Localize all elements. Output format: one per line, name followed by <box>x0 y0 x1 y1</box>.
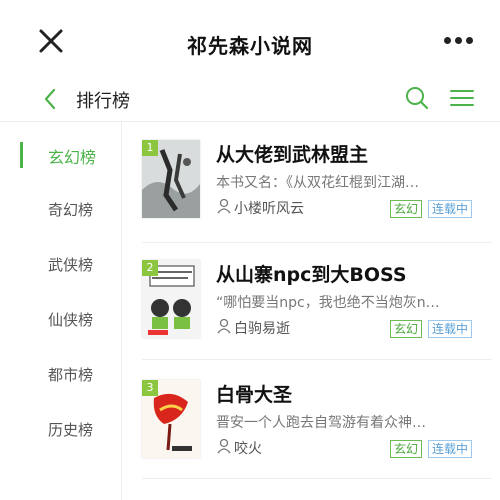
top-bar: 祁先森小说网 <box>0 0 500 80</box>
sidebar-item-dushi[interactable]: 都市榜 <box>0 354 122 394</box>
sidebar-item-label: 奇幻榜 <box>48 201 94 219</box>
book-cover: 3 <box>142 380 200 458</box>
sidebar-item-label: 仙侠榜 <box>48 311 94 329</box>
rank-badge: 1 <box>142 140 158 156</box>
sidebar-item-lishi[interactable]: 历史榜 <box>0 409 122 449</box>
sidebar-item-wuxia[interactable]: 武侠榜 <box>0 244 122 284</box>
user-icon <box>216 438 232 454</box>
menu-icon[interactable] <box>448 84 476 112</box>
book-author: 咬火 <box>234 441 262 457</box>
divider <box>142 242 492 243</box>
book-cover: 2 <box>142 260 200 338</box>
sidebar-item-label: 玄幻榜 <box>48 148 97 167</box>
book-item[interactable]: 3 白骨大圣 晋安一个人跑去自驾游有着众神… 咬火 玄幻 连载中 <box>142 380 490 500</box>
rank-badge: 2 <box>142 260 158 276</box>
divider <box>142 359 492 360</box>
user-icon <box>216 318 232 334</box>
sidebar-item-label: 武侠榜 <box>48 256 94 274</box>
page-title: 排行榜 <box>76 91 130 112</box>
book-title: 白骨大圣 <box>216 384 293 406</box>
sidebar-item-qihuan[interactable]: 奇幻榜 <box>0 189 122 229</box>
sidebar-item-xuanhuan[interactable]: 玄幻榜 <box>0 134 122 174</box>
book-description: 晋安一个人跑去自驾游有着众神… <box>216 415 426 431</box>
chevron-left-icon[interactable] <box>40 86 60 112</box>
divider <box>142 478 492 479</box>
book-cover: 1 <box>142 140 200 218</box>
sidebar-item-label: 历史榜 <box>48 421 94 439</box>
book-description: 本书又名：《从双花红棍到江湖… <box>216 175 419 191</box>
user-icon <box>216 198 232 214</box>
book-title: 从大佬到武林盟主 <box>216 144 369 166</box>
genre-tag: 玄幻 <box>390 320 423 338</box>
status-tag: 连载中 <box>428 440 473 458</box>
search-icon[interactable] <box>403 84 431 112</box>
sidebar-item-label: 都市榜 <box>48 366 94 384</box>
book-title: 从山寨npc到大BOSS <box>216 264 407 286</box>
book-item[interactable]: 2 从山寨npc到大BOSS “哪怕要当npc，我也绝不当炮灰n… 白驹易逝 玄… <box>142 260 490 380</box>
category-sidebar: 玄幻榜 奇幻榜 武侠榜 仙侠榜 都市榜 历史榜 <box>0 122 122 500</box>
rank-badge: 3 <box>142 380 158 396</box>
book-description: “哪怕要当npc，我也绝不当炮灰n… <box>216 295 440 311</box>
status-tag: 连载中 <box>428 200 473 218</box>
sub-header: 排行榜 <box>0 80 500 122</box>
book-author: 白驹易逝 <box>234 321 290 337</box>
genre-tag: 玄幻 <box>390 440 423 458</box>
genre-tag: 玄幻 <box>390 200 423 218</box>
site-title: 祁先森小说网 <box>187 34 313 58</box>
status-tag: 连载中 <box>428 320 473 338</box>
sidebar-item-xianxia[interactable]: 仙侠榜 <box>0 299 122 339</box>
book-author: 小楼听风云 <box>234 201 304 217</box>
more-icon[interactable] <box>442 30 476 50</box>
